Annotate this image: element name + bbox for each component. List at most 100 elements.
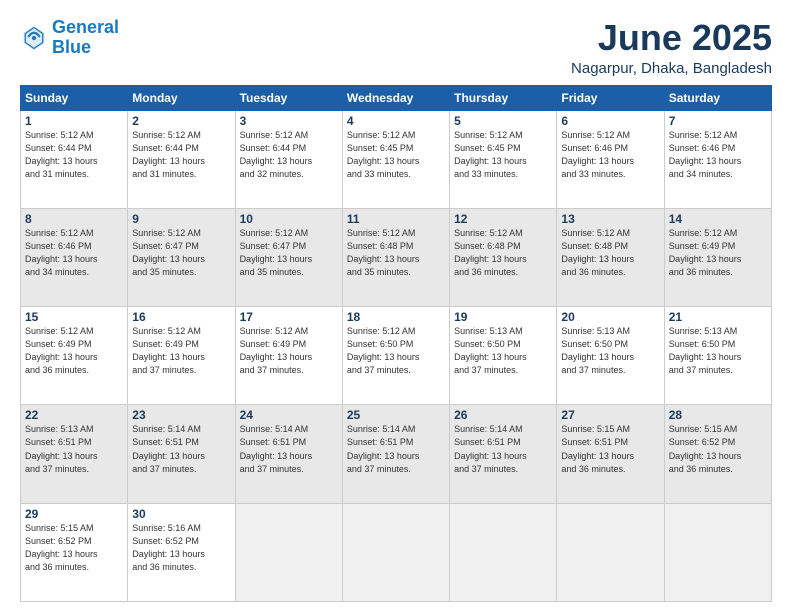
col-header-saturday: Saturday [664,85,771,110]
day-info: Sunrise: 5:14 AM Sunset: 6:51 PM Dayligh… [132,423,230,475]
day-info: Sunrise: 5:12 AM Sunset: 6:49 PM Dayligh… [132,325,230,377]
day-number: 26 [454,408,552,422]
table-row: 17Sunrise: 5:12 AM Sunset: 6:49 PM Dayli… [235,307,342,405]
table-row [342,503,449,601]
table-row: 13Sunrise: 5:12 AM Sunset: 6:48 PM Dayli… [557,208,664,306]
day-number: 12 [454,212,552,226]
day-number: 28 [669,408,767,422]
calendar-subtitle: Nagarpur, Dhaka, Bangladesh [571,60,772,77]
day-number: 6 [561,114,659,128]
logo: General Blue [20,18,119,58]
logo-icon [20,24,48,52]
calendar-table: Sunday Monday Tuesday Wednesday Thursday… [20,85,772,602]
col-header-sunday: Sunday [21,85,128,110]
day-info: Sunrise: 5:12 AM Sunset: 6:46 PM Dayligh… [25,227,123,279]
day-number: 15 [25,310,123,324]
table-row: 24Sunrise: 5:14 AM Sunset: 6:51 PM Dayli… [235,405,342,503]
table-row: 4Sunrise: 5:12 AM Sunset: 6:45 PM Daylig… [342,110,449,208]
table-row: 11Sunrise: 5:12 AM Sunset: 6:48 PM Dayli… [342,208,449,306]
day-number: 24 [240,408,338,422]
day-number: 4 [347,114,445,128]
logo-line1: General [52,18,119,38]
table-row [557,503,664,601]
day-info: Sunrise: 5:12 AM Sunset: 6:48 PM Dayligh… [561,227,659,279]
day-info: Sunrise: 5:12 AM Sunset: 6:45 PM Dayligh… [347,129,445,181]
day-number: 1 [25,114,123,128]
day-info: Sunrise: 5:15 AM Sunset: 6:52 PM Dayligh… [25,522,123,574]
day-number: 25 [347,408,445,422]
logo-line2: Blue [52,38,119,58]
day-info: Sunrise: 5:12 AM Sunset: 6:44 PM Dayligh… [240,129,338,181]
header: General Blue June 2025 Nagarpur, Dhaka, … [20,18,772,77]
day-number: 13 [561,212,659,226]
day-info: Sunrise: 5:14 AM Sunset: 6:51 PM Dayligh… [240,423,338,475]
day-info: Sunrise: 5:12 AM Sunset: 6:46 PM Dayligh… [561,129,659,181]
table-row: 6Sunrise: 5:12 AM Sunset: 6:46 PM Daylig… [557,110,664,208]
table-row: 9Sunrise: 5:12 AM Sunset: 6:47 PM Daylig… [128,208,235,306]
week-row-5: 29Sunrise: 5:15 AM Sunset: 6:52 PM Dayli… [21,503,772,601]
day-number: 14 [669,212,767,226]
table-row: 25Sunrise: 5:14 AM Sunset: 6:51 PM Dayli… [342,405,449,503]
day-number: 27 [561,408,659,422]
week-row-4: 22Sunrise: 5:13 AM Sunset: 6:51 PM Dayli… [21,405,772,503]
week-row-1: 1 Sunrise: 5:12 AM Sunset: 6:44 PM Daylig… [21,110,772,208]
day-number: 29 [25,507,123,521]
table-row: 2Sunrise: 5:12 AM Sunset: 6:44 PM Daylig… [128,110,235,208]
day-info: Sunrise: 5:12 AM Sunset: 6:47 PM Dayligh… [132,227,230,279]
table-row: 29Sunrise: 5:15 AM Sunset: 6:52 PM Dayli… [21,503,128,601]
day-number: 3 [240,114,338,128]
table-row: 19Sunrise: 5:13 AM Sunset: 6:50 PM Dayli… [450,307,557,405]
table-row: 7Sunrise: 5:12 AM Sunset: 6:46 PM Daylig… [664,110,771,208]
day-info: Sunrise: 5:13 AM Sunset: 6:50 PM Dayligh… [669,325,767,377]
day-number: 16 [132,310,230,324]
day-info: Sunrise: 5:16 AM Sunset: 6:52 PM Dayligh… [132,522,230,574]
table-row: 26Sunrise: 5:14 AM Sunset: 6:51 PM Dayli… [450,405,557,503]
day-number: 10 [240,212,338,226]
col-header-thursday: Thursday [450,85,557,110]
logo-text-block: General Blue [52,18,119,58]
header-row: Sunday Monday Tuesday Wednesday Thursday… [21,85,772,110]
day-info: Sunrise: 5:12 AM Sunset: 6:46 PM Dayligh… [669,129,767,181]
day-number: 5 [454,114,552,128]
day-info: Sunrise: 5:12 AM Sunset: 6:49 PM Dayligh… [240,325,338,377]
table-row: 23Sunrise: 5:14 AM Sunset: 6:51 PM Dayli… [128,405,235,503]
day-number: 17 [240,310,338,324]
day-number: 21 [669,310,767,324]
table-row: 28Sunrise: 5:15 AM Sunset: 6:52 PM Dayli… [664,405,771,503]
col-header-friday: Friday [557,85,664,110]
day-number: 7 [669,114,767,128]
day-info: Sunrise: 5:13 AM Sunset: 6:50 PM Dayligh… [454,325,552,377]
day-number: 30 [132,507,230,521]
day-info: Sunrise: 5:13 AM Sunset: 6:51 PM Dayligh… [25,423,123,475]
day-info: Sunrise: 5:12 AM Sunset: 6:44 PM Dayligh… [132,129,230,181]
title-block: June 2025 Nagarpur, Dhaka, Bangladesh [571,18,772,77]
day-info: Sunrise: 5:15 AM Sunset: 6:51 PM Dayligh… [561,423,659,475]
day-info: Sunrise: 5:12 AM Sunset: 6:49 PM Dayligh… [669,227,767,279]
day-number: 23 [132,408,230,422]
day-info: Sunrise: 5:12 AM Sunset: 6:48 PM Dayligh… [347,227,445,279]
table-row: 16Sunrise: 5:12 AM Sunset: 6:49 PM Dayli… [128,307,235,405]
table-row: 20Sunrise: 5:13 AM Sunset: 6:50 PM Dayli… [557,307,664,405]
day-number: 11 [347,212,445,226]
table-row [664,503,771,601]
table-row: 10Sunrise: 5:12 AM Sunset: 6:47 PM Dayli… [235,208,342,306]
day-number: 20 [561,310,659,324]
day-number: 2 [132,114,230,128]
day-info: Sunrise: 5:12 AM Sunset: 6:45 PM Dayligh… [454,129,552,181]
day-info: Sunrise: 5:12 AM Sunset: 6:49 PM Dayligh… [25,325,123,377]
table-row: 27Sunrise: 5:15 AM Sunset: 6:51 PM Dayli… [557,405,664,503]
day-number: 9 [132,212,230,226]
table-row: 5Sunrise: 5:12 AM Sunset: 6:45 PM Daylig… [450,110,557,208]
day-info: Sunrise: 5:15 AM Sunset: 6:52 PM Dayligh… [669,423,767,475]
table-row: 12Sunrise: 5:12 AM Sunset: 6:48 PM Dayli… [450,208,557,306]
day-number: 19 [454,310,552,324]
page: General Blue June 2025 Nagarpur, Dhaka, … [0,0,792,612]
day-info: Sunrise: 5:12 AM Sunset: 6:50 PM Dayligh… [347,325,445,377]
table-row: 30Sunrise: 5:16 AM Sunset: 6:52 PM Dayli… [128,503,235,601]
table-row: 1Sunrise: 5:12 AM Sunset: 6:44 PM Daylig… [21,110,128,208]
week-row-2: 8Sunrise: 5:12 AM Sunset: 6:46 PM Daylig… [21,208,772,306]
day-info: Sunrise: 5:12 AM Sunset: 6:48 PM Dayligh… [454,227,552,279]
day-number: 22 [25,408,123,422]
table-row: 21Sunrise: 5:13 AM Sunset: 6:50 PM Dayli… [664,307,771,405]
calendar-title: June 2025 [571,18,772,58]
